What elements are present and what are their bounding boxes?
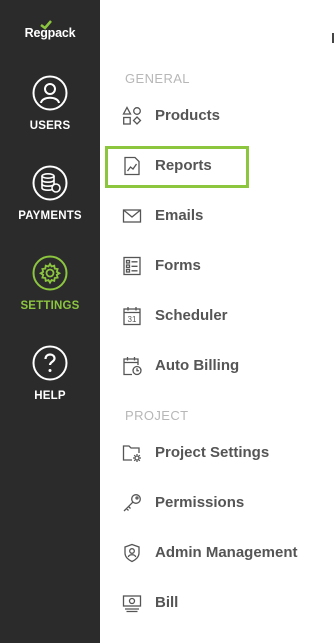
gear-icon [32, 255, 68, 291]
sidebar-item-users[interactable]: USERS [0, 75, 100, 155]
menu-item-bill[interactable]: Bill [110, 585, 330, 621]
calendar-clock-icon [123, 357, 142, 376]
menu-item-products[interactable]: Products [110, 98, 330, 134]
coins-icon [32, 165, 68, 201]
menu-item-label: Admin Management [155, 544, 298, 561]
menu-item-label: Project Settings [155, 444, 270, 461]
menu-item-permissions[interactable]: Permissions [110, 485, 330, 521]
logo-check-icon [40, 20, 52, 30]
sidebar-item-payments[interactable]: PAYMENTS [0, 165, 100, 245]
question-icon [32, 345, 68, 381]
menu-item-label: Forms [155, 257, 201, 274]
main-sidebar: Regpack USERS PAYMENTS SETTINGS HELP [0, 0, 100, 643]
menu-item-label: Products [155, 107, 221, 124]
user-icon [32, 75, 68, 111]
sidebar-item-label: PAYMENTS [18, 210, 82, 222]
sidebar-item-help[interactable]: HELP [0, 345, 100, 425]
envelope-icon [122, 209, 142, 223]
menu-item-admin-management[interactable]: Admin Management [110, 535, 330, 571]
menu-item-label: Emails [155, 207, 204, 224]
form-icon [123, 256, 141, 276]
menu-item-reports[interactable]: Reports [110, 148, 330, 184]
menu-item-label: Permissions [155, 494, 245, 511]
menu-item-label: Bill [155, 594, 179, 611]
section-heading-general: GENERAL [125, 71, 190, 86]
section-heading-project: PROJECT [125, 408, 189, 423]
menu-item-label: Auto Billing [155, 357, 240, 374]
sidebar-item-label: SETTINGS [20, 300, 80, 312]
menu-item-label: Scheduler [155, 307, 228, 324]
sidebar-item-label: HELP [34, 390, 66, 402]
folder-gear-icon [122, 445, 141, 462]
menu-item-project-settings[interactable]: Project Settings [110, 435, 330, 471]
sidebar-item-label: USERS [29, 120, 71, 132]
calendar-day: 31 [128, 315, 137, 324]
sidebar-item-settings[interactable]: SETTINGS [0, 255, 100, 335]
chart-icon [124, 156, 140, 176]
key-icon [123, 494, 141, 512]
menu-item-scheduler[interactable]: 31 Scheduler [110, 298, 330, 334]
calendar-icon: 31 [123, 307, 141, 326]
menu-item-emails[interactable]: Emails [110, 198, 330, 234]
menu-item-label: Reports [155, 157, 212, 174]
menu-item-auto-billing[interactable]: Auto Billing [110, 348, 330, 384]
shield-user-icon [124, 543, 140, 563]
bill-icon [122, 595, 142, 613]
shapes-icon [122, 106, 142, 125]
regpack-logo[interactable]: Regpack [0, 20, 100, 40]
menu-item-forms[interactable]: Forms [110, 248, 330, 284]
